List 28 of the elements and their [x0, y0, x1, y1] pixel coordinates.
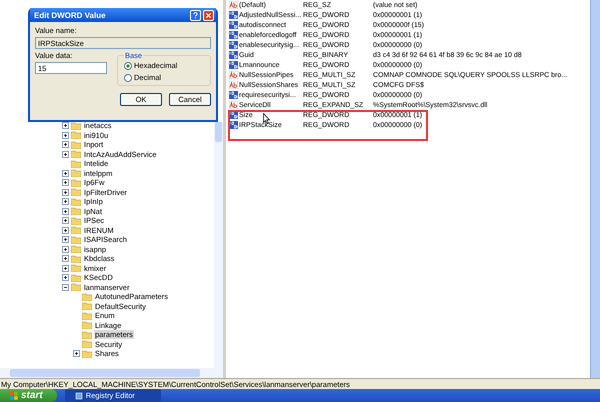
windows-logo-icon [10, 392, 18, 400]
collapse-icon[interactable] [62, 284, 69, 291]
vertical-scrollbar[interactable] [590, 0, 600, 378]
expand-icon[interactable] [62, 122, 69, 130]
expand-icon[interactable] [62, 132, 69, 139]
expand-icon[interactable] [62, 264, 69, 272]
expand-icon[interactable] [62, 198, 69, 206]
expand-icon[interactable] [62, 217, 69, 224]
expand-icon[interactable] [62, 150, 69, 158]
vertical-scrollbar[interactable] [214, 122, 223, 368]
radio-button[interactable] [124, 74, 132, 82]
expand-icon[interactable] [62, 274, 69, 282]
expand-icon[interactable] [62, 236, 69, 244]
expand-icon[interactable] [62, 141, 69, 148]
expand-icon[interactable] [62, 208, 69, 215]
dialog-title: Edit DWORD Value [34, 10, 107, 20]
expand-icon[interactable] [62, 170, 69, 177]
expand-icon[interactable] [73, 350, 80, 358]
expand-icon[interactable] [62, 226, 69, 234]
help-icon[interactable] [190, 10, 201, 20]
expand-icon[interactable] [62, 188, 69, 196]
expand-icon[interactable] [62, 246, 69, 253]
expand-icon[interactable] [62, 255, 69, 262]
expand-icon[interactable] [62, 179, 69, 186]
registry-icon [74, 392, 83, 400]
radio-button[interactable] [124, 62, 132, 70]
close-icon[interactable] [203, 10, 214, 20]
horizontal-scrollbar[interactable] [0, 368, 223, 378]
